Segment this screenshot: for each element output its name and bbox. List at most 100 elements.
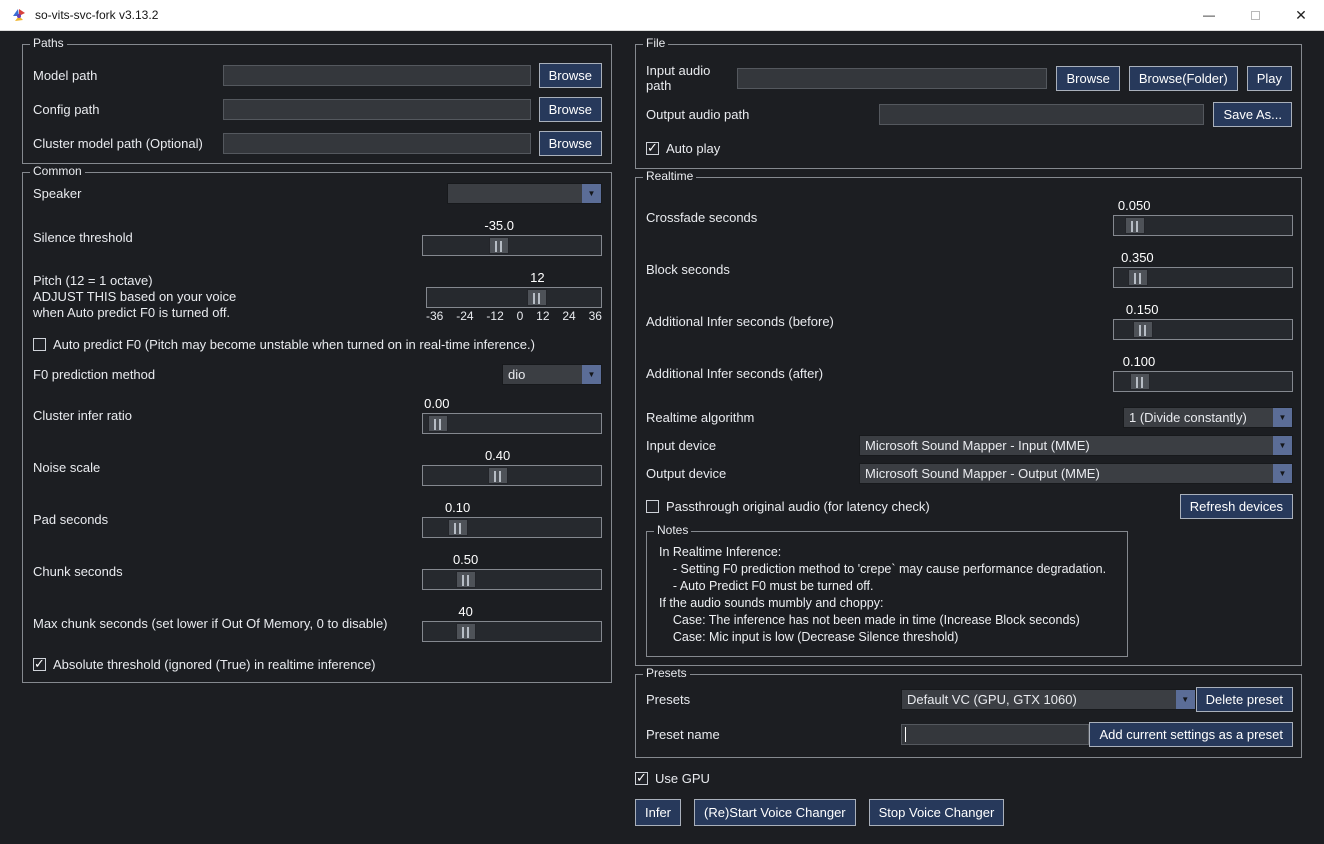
slider-handle[interactable] bbox=[1128, 269, 1148, 286]
input-device-combo[interactable]: Microsoft Sound Mapper - Input (MME) ▼ bbox=[859, 435, 1293, 456]
silence-threshold-slider[interactable]: -35.0 bbox=[422, 219, 602, 256]
refresh-devices-button[interactable]: Refresh devices bbox=[1180, 494, 1293, 519]
silence-threshold-label: Silence threshold bbox=[33, 230, 133, 245]
config-path-browse-button[interactable]: Browse bbox=[539, 97, 602, 122]
use-gpu-checkbox-row[interactable]: Use GPU bbox=[635, 771, 1302, 786]
chevron-down-icon[interactable]: ▼ bbox=[1273, 408, 1292, 427]
infer-after-slider[interactable]: 0.100 bbox=[1113, 355, 1293, 392]
slider-handle[interactable] bbox=[488, 467, 508, 484]
use-gpu-checkbox[interactable] bbox=[635, 772, 648, 785]
absolute-threshold-label: Absolute threshold (ignored (True) in re… bbox=[53, 657, 376, 672]
slider-handle[interactable] bbox=[1130, 373, 1150, 390]
output-audio-path-input[interactable] bbox=[879, 104, 1204, 125]
maximize-button[interactable] bbox=[1232, 0, 1278, 30]
output-device-combo[interactable]: Microsoft Sound Mapper - Output (MME) ▼ bbox=[859, 463, 1293, 484]
auto-predict-f0-checkbox-row[interactable]: Auto predict F0 (Pitch may become unstab… bbox=[33, 337, 602, 352]
slider-track[interactable] bbox=[426, 287, 602, 308]
paths-legend: Paths bbox=[30, 36, 67, 51]
slider-handle[interactable] bbox=[428, 415, 448, 432]
model-path-input[interactable] bbox=[223, 65, 531, 86]
input-audio-row: Input audio path Browse Browse(Folder) P… bbox=[646, 63, 1292, 93]
block-seconds-value: 0.350 bbox=[1121, 250, 1154, 265]
slider-handle[interactable] bbox=[456, 571, 476, 588]
passthrough-checkbox[interactable] bbox=[646, 500, 659, 513]
auto-predict-f0-checkbox[interactable] bbox=[33, 338, 46, 351]
window-controls: — ✕ bbox=[1186, 0, 1324, 30]
chunk-seconds-slider[interactable]: 0.50 bbox=[422, 553, 602, 590]
presets-select-row: Presets Default VC (GPU, GTX 1060) ▼ Del… bbox=[646, 687, 1293, 712]
preset-name-input[interactable] bbox=[901, 724, 1089, 745]
chunk-seconds-row: Chunk seconds 0.50 bbox=[33, 553, 602, 590]
note-line: If the audio sounds mumbly and choppy: bbox=[659, 595, 1123, 612]
slider-track[interactable] bbox=[422, 235, 602, 256]
close-button[interactable]: ✕ bbox=[1278, 0, 1324, 30]
infer-button[interactable]: Infer bbox=[635, 799, 681, 826]
slider-track[interactable] bbox=[422, 413, 602, 434]
infer-before-label: Additional Infer seconds (before) bbox=[646, 314, 834, 329]
cluster-path-browse-button[interactable]: Browse bbox=[539, 131, 602, 156]
speaker-combo[interactable]: ▼ bbox=[447, 183, 602, 204]
slider-handle[interactable] bbox=[1125, 217, 1145, 234]
preset-name-label: Preset name bbox=[646, 727, 901, 742]
f0-method-combo[interactable]: dio ▼ bbox=[502, 364, 602, 385]
cluster-path-input[interactable] bbox=[223, 133, 531, 154]
chevron-down-icon[interactable]: ▼ bbox=[1273, 436, 1292, 455]
output-device-row: Output device Microsoft Sound Mapper - O… bbox=[646, 463, 1293, 484]
model-path-browse-button[interactable]: Browse bbox=[539, 63, 602, 88]
speaker-combo-value bbox=[448, 184, 582, 203]
slider-track[interactable] bbox=[422, 569, 602, 590]
crossfade-value: 0.050 bbox=[1118, 198, 1151, 213]
config-path-input[interactable] bbox=[223, 99, 531, 120]
stop-voice-changer-button[interactable]: Stop Voice Changer bbox=[869, 799, 1005, 826]
block-seconds-row: Block seconds 0.350 bbox=[646, 251, 1293, 288]
chevron-down-icon[interactable]: ▼ bbox=[582, 184, 601, 203]
play-button[interactable]: Play bbox=[1247, 66, 1292, 91]
slider-track[interactable] bbox=[1113, 267, 1293, 288]
input-audio-browse-folder-button[interactable]: Browse(Folder) bbox=[1129, 66, 1238, 91]
realtime-algorithm-combo[interactable]: 1 (Divide constantly) ▼ bbox=[1123, 407, 1293, 428]
slider-handle[interactable] bbox=[448, 519, 468, 536]
crossfade-slider[interactable]: 0.050 bbox=[1113, 199, 1293, 236]
delete-preset-button[interactable]: Delete preset bbox=[1196, 687, 1293, 712]
restart-voice-changer-button[interactable]: (Re)Start Voice Changer bbox=[694, 799, 856, 826]
slider-handle[interactable] bbox=[527, 289, 547, 306]
add-preset-button[interactable]: Add current settings as a preset bbox=[1089, 722, 1293, 747]
max-chunk-seconds-slider[interactable]: 40 bbox=[422, 605, 602, 642]
slider-track[interactable] bbox=[422, 465, 602, 486]
absolute-threshold-checkbox[interactable] bbox=[33, 658, 46, 671]
chevron-down-icon[interactable]: ▼ bbox=[1176, 690, 1195, 709]
presets-combo[interactable]: Default VC (GPU, GTX 1060) ▼ bbox=[901, 689, 1196, 710]
notes-group: Notes In Realtime Inference: - Setting F… bbox=[646, 531, 1128, 657]
slider-track[interactable] bbox=[1113, 319, 1293, 340]
realtime-algorithm-row: Realtime algorithm 1 (Divide constantly)… bbox=[646, 407, 1293, 428]
save-as-button[interactable]: Save As... bbox=[1213, 102, 1292, 127]
input-audio-path-input[interactable] bbox=[737, 68, 1048, 89]
passthrough-checkbox-row[interactable]: Passthrough original audio (for latency … bbox=[646, 499, 930, 514]
chevron-down-icon[interactable]: ▼ bbox=[1273, 464, 1292, 483]
noise-scale-slider[interactable]: 0.40 bbox=[422, 449, 602, 486]
slider-track[interactable] bbox=[422, 621, 602, 642]
input-audio-browse-button[interactable]: Browse bbox=[1056, 66, 1119, 91]
minimize-button[interactable]: — bbox=[1186, 0, 1232, 30]
infer-before-slider[interactable]: 0.150 bbox=[1113, 303, 1293, 340]
preset-name-row: Preset name Add current settings as a pr… bbox=[646, 722, 1293, 747]
pad-seconds-value: 0.10 bbox=[445, 500, 470, 515]
pitch-slider[interactable]: 12 -36-24-120122436 bbox=[426, 271, 602, 323]
absolute-threshold-checkbox-row[interactable]: Absolute threshold (ignored (True) in re… bbox=[33, 657, 602, 672]
auto-play-checkbox-row[interactable]: Auto play bbox=[646, 136, 1292, 161]
input-audio-label: Input audio path bbox=[646, 63, 737, 93]
app-window: so-vits-svc-fork v3.13.2 — ✕ Paths Model… bbox=[0, 0, 1324, 844]
cluster-infer-ratio-slider[interactable]: 0.00 bbox=[422, 397, 602, 434]
footer-buttons: Infer (Re)Start Voice Changer Stop Voice… bbox=[635, 799, 1302, 826]
slider-track[interactable] bbox=[1113, 371, 1293, 392]
slider-handle[interactable] bbox=[489, 237, 509, 254]
pad-seconds-slider[interactable]: 0.10 bbox=[422, 501, 602, 538]
auto-play-checkbox[interactable] bbox=[646, 142, 659, 155]
slider-handle[interactable] bbox=[456, 623, 476, 640]
slider-track[interactable] bbox=[1113, 215, 1293, 236]
slider-track[interactable] bbox=[422, 517, 602, 538]
block-seconds-slider[interactable]: 0.350 bbox=[1113, 251, 1293, 288]
slider-handle[interactable] bbox=[1133, 321, 1153, 338]
paths-group: Paths Model path Browse Config path Brow… bbox=[22, 44, 612, 164]
chevron-down-icon[interactable]: ▼ bbox=[582, 365, 601, 384]
